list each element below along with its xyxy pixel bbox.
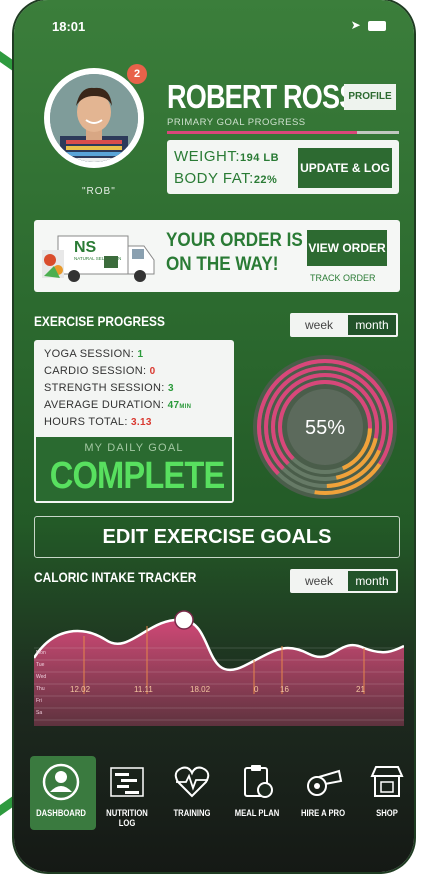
caloric-intake-chart[interactable]: Mon Tue Wed Thu Fri Sa 12.02 11.11 18.02 0 16 21: [34, 596, 404, 726]
nav-label: SHOP: [376, 808, 398, 818]
caloric-month-option[interactable]: month: [348, 571, 396, 591]
bodyfat-stat: BODY FAT:22%: [174, 170, 277, 187]
status-icons: ➤: [351, 18, 386, 32]
whistle-icon: [307, 769, 343, 796]
nav-item-hire-a-pro[interactable]: HIRE A PRO: [290, 752, 356, 832]
exercise-row-value: 3: [167, 383, 174, 394]
exercise-row-label: YOGA SESSION:: [44, 348, 138, 360]
weight-stat: WEIGHT:194 LB: [174, 148, 279, 165]
edit-exercise-goals-button[interactable]: EDIT EXERCISE GOALS: [34, 516, 400, 558]
exercise-row-value: 3.13: [131, 417, 152, 428]
exercise-month-option[interactable]: month: [348, 315, 396, 335]
goal-progress-label: PRIMARY GOAL PROGRESS: [167, 117, 306, 128]
goal-progress-fill: [167, 131, 358, 134]
phone-frame: 18:01 ➤ 2 "ROB" ROBERT ROSS PROFILE PRIM…: [14, 0, 414, 872]
notification-badge[interactable]: 2: [127, 64, 147, 84]
nav-item-shop[interactable]: SHOP: [354, 752, 414, 832]
exercise-row-value: 0: [149, 366, 156, 377]
exercise-row: YOGA SESSION: 1: [44, 348, 143, 360]
day-label: Fri: [36, 698, 42, 704]
exercise-period-toggle: week month: [290, 313, 398, 337]
gantt-chart-icon: [110, 767, 144, 797]
order-line-2: ON THE WAY!: [166, 254, 279, 275]
day-label: Wed: [36, 674, 46, 680]
person-icon: [42, 763, 80, 801]
exercise-row: STRENGTH SESSION: 3: [44, 382, 174, 394]
profile-button[interactable]: PROFILE: [344, 84, 396, 110]
store-icon: [370, 766, 404, 797]
order-line-1: YOUR ORDER IS: [166, 230, 303, 251]
exercise-row-value: 1: [137, 349, 144, 360]
day-label: Mon: [36, 650, 46, 656]
exercise-row: CARDIO SESSION: 0: [44, 365, 156, 377]
exercise-progress-ring: 55%: [253, 355, 397, 499]
exercise-row: HOURS TOTAL: 3.13: [44, 416, 152, 428]
user-name: ROBERT ROSS: [167, 78, 357, 115]
battery-icon: [368, 20, 386, 31]
nav-label: DASHBOARD: [36, 808, 86, 818]
caloric-area: [34, 619, 404, 726]
ring-percent-label: 55%: [305, 417, 345, 439]
exercise-row-label: STRENGTH SESSION:: [44, 382, 168, 394]
daily-goal-status: COMPLETE: [49, 455, 226, 497]
nav-item-dashboard[interactable]: DASHBOARD: [28, 752, 94, 832]
exercise-progress-title: EXERCISE PROGRESS: [34, 313, 165, 329]
nav-item-nutrition-log[interactable]: NUTRITION LOG: [94, 752, 160, 832]
selected-point-marker: [174, 610, 194, 630]
brand-logo-text: NS: [74, 239, 97, 256]
caloric-week-option[interactable]: week: [292, 571, 346, 591]
nav-label: HIRE A PRO: [300, 808, 346, 818]
daily-goal-label: MY DAILY GOAL: [84, 442, 184, 454]
day-label: Sa: [36, 710, 42, 716]
point-label: 11.11: [134, 685, 153, 694]
location-arrow-icon: ➤: [350, 18, 361, 32]
point-label: 12.02: [70, 685, 91, 694]
caloric-period-toggle: week month: [290, 569, 398, 593]
point-label: 18.02: [190, 685, 211, 694]
delivery-truck-icon: NS NATURAL SELECTION: [42, 235, 155, 282]
point-label: 21: [356, 685, 365, 694]
clipboard-apple-icon: [244, 765, 273, 798]
day-label: Tue: [36, 662, 45, 668]
point-label: 16: [280, 685, 289, 694]
status-time: 18:01: [52, 19, 86, 34]
avatar[interactable]: [50, 74, 138, 162]
exercise-row-label: AVERAGE DURATION:: [44, 399, 168, 411]
bodyfat-value: 22%: [253, 174, 278, 186]
nav-item-training[interactable]: TRAINING: [159, 752, 225, 832]
nav-label: TRAINING: [173, 808, 211, 818]
view-order-button[interactable]: VIEW ORDER: [307, 230, 387, 266]
exercise-row-label: CARDIO SESSION:: [44, 365, 150, 377]
exercise-row: AVERAGE DURATION: 47MIN: [44, 399, 191, 411]
order-message: YOUR ORDER IS ON THE WAY!: [166, 229, 303, 277]
nickname: "ROB": [82, 186, 116, 197]
exercise-week-option[interactable]: week: [292, 315, 346, 335]
bottom-nav: DASHBOARD NUTRITION LOG TRAINING MEAL PLAN H…: [14, 752, 414, 832]
bodyfat-label: BODY FAT:: [174, 170, 254, 187]
avatar-photo: [50, 74, 138, 162]
day-label: Thu: [36, 686, 45, 692]
nav-label: NUTRITION LOG: [106, 808, 148, 828]
exercise-row-unit: MIN: [179, 404, 192, 410]
weight-value: 194 LB: [240, 152, 280, 164]
exercise-row-value: 47: [167, 400, 180, 411]
point-label: 0: [254, 685, 259, 694]
update-log-button[interactable]: UPDATE & LOG: [298, 148, 392, 188]
weight-label: WEIGHT:: [174, 148, 240, 165]
caloric-tracker-title: CALORIC INTAKE TRACKER: [34, 569, 197, 585]
exercise-row-label: HOURS TOTAL:: [44, 416, 132, 428]
nav-item-meal-plan[interactable]: MEAL PLAN: [224, 752, 290, 832]
heart-pulse-icon: [174, 766, 210, 798]
nav-label: MEAL PLAN: [234, 808, 280, 818]
track-order-link[interactable]: TRACK ORDER: [310, 273, 376, 283]
